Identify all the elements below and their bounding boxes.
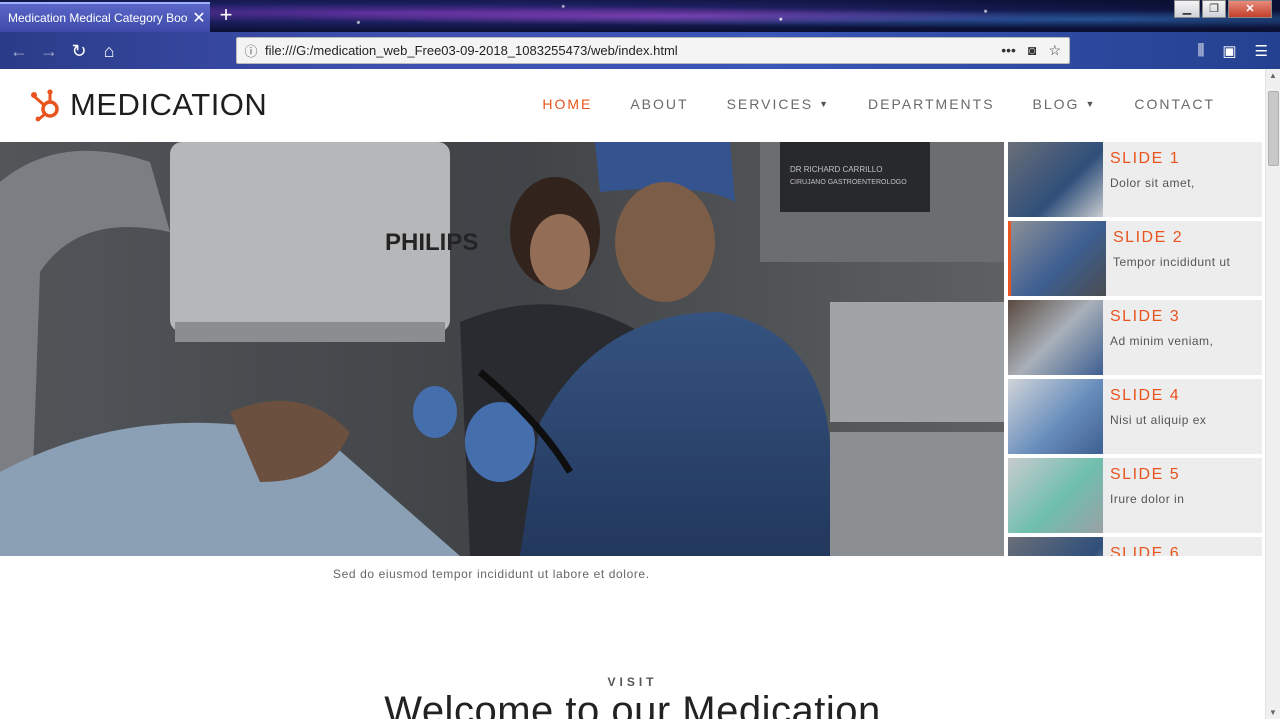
slide-title: SLIDE 2 <box>1113 229 1184 246</box>
slide-thumb-6[interactable]: SLIDE 6 <box>1008 537 1262 556</box>
slide-thumb-image <box>1008 300 1103 375</box>
window-controls: ▁ ❐ ✕ <box>1174 0 1272 18</box>
nav-departments[interactable]: DEPARTMENTS <box>868 96 995 112</box>
nav-blog-label: BLOG <box>1032 96 1080 112</box>
page-scrollbar[interactable]: ▲ ▼ <box>1265 69 1280 719</box>
page-actions-icon[interactable]: ••• <box>1001 42 1016 59</box>
web-page: MEDICATION HOME ABOUT SERVICES ▼ DEPARTME… <box>0 69 1265 719</box>
slide-title: SLIDE 4 <box>1110 387 1181 404</box>
slide-thumb-image <box>1008 458 1103 533</box>
slide-thumbnail-list: SLIDE 1 Dolor sit amet, SLIDE 2 Tempor i… <box>1008 142 1262 556</box>
chevron-down-icon: ▼ <box>819 99 831 109</box>
bookmark-star-icon[interactable]: ☆ <box>1048 42 1061 59</box>
slide-thumb-image <box>1011 221 1106 296</box>
reload-icon[interactable]: ↻ <box>66 38 92 64</box>
minimize-button[interactable]: ▁ <box>1174 0 1200 18</box>
slide-text: Tempor incididunt ut <box>1113 255 1231 269</box>
nav-services[interactable]: SERVICES ▼ <box>727 96 830 112</box>
browser-toolbar: ← → ↻ ⌂ ⓘ file:///G:/medication_web_Free… <box>0 32 1280 69</box>
slide-thumb-3[interactable]: SLIDE 3 Ad minim veniam, <box>1008 300 1262 375</box>
nav-contact[interactable]: CONTACT <box>1134 96 1215 112</box>
site-logo[interactable]: MEDICATION <box>30 87 267 123</box>
slide-title: SLIDE 3 <box>1110 308 1181 325</box>
chevron-down-icon: ▼ <box>1085 99 1097 109</box>
slide-thumb-4[interactable]: SLIDE 4 Nisi ut aliquip ex <box>1008 379 1262 454</box>
slide-title: SLIDE 6 <box>1110 545 1181 556</box>
slide-text: Irure dolor in <box>1110 492 1185 506</box>
section-title: Welcome to our Medication <box>384 689 881 719</box>
hubspot-logo-icon <box>31 89 59 122</box>
nav-services-label: SERVICES <box>726 96 814 112</box>
address-bar[interactable]: ⓘ file:///G:/medication_web_Free03-09-20… <box>236 37 1070 64</box>
slide-thumb-2[interactable]: SLIDE 2 Tempor incididunt ut <box>1008 221 1262 296</box>
nav-about-label: ABOUT <box>630 96 689 112</box>
tab-title: Medication Medical Category Boot <box>8 11 188 25</box>
slide-thumb-image <box>1008 537 1103 556</box>
scrollbar-thumb[interactable] <box>1268 91 1279 166</box>
browser-tab[interactable]: Medication Medical Category Boot ✕ <box>0 2 210 32</box>
site-header: MEDICATION HOME ABOUT SERVICES ▼ DEPARTME… <box>0 69 1265 142</box>
scroll-down-arrow-icon[interactable]: ▼ <box>1269 708 1277 717</box>
sidebar-icon[interactable]: ▣ <box>1222 42 1236 60</box>
slide-thumb-image <box>1008 142 1103 217</box>
nav-about[interactable]: ABOUT <box>630 96 688 112</box>
slide-title: SLIDE 1 <box>1110 150 1181 167</box>
scroll-up-arrow-icon[interactable]: ▲ <box>1269 71 1277 80</box>
back-arrow-icon[interactable]: ← <box>6 38 32 64</box>
info-icon[interactable]: ⓘ <box>237 41 265 60</box>
nav-home[interactable]: HOME <box>542 96 592 112</box>
library-icon[interactable]: ⫼ <box>1197 42 1204 60</box>
slide-thumb-5[interactable]: SLIDE 5 Irure dolor in <box>1008 458 1262 533</box>
nav-home-label: HOME <box>542 96 593 112</box>
slide-thumb-1[interactable]: SLIDE 1 Dolor sit amet, <box>1008 142 1262 217</box>
slide-thumb-image <box>1008 379 1103 454</box>
forward-arrow-icon[interactable]: → <box>36 38 62 64</box>
url-text[interactable]: file:///G:/medication_web_Free03-09-2018… <box>265 43 1001 58</box>
nav-contact-label: CONTACT <box>1134 96 1215 112</box>
close-window-button[interactable]: ✕ <box>1228 0 1272 18</box>
logo-text: MEDICATION <box>70 87 268 122</box>
pocket-icon[interactable]: ◙ <box>1028 42 1036 59</box>
nav-departments-label: DEPARTMENTS <box>868 96 995 112</box>
slide-text: Dolor sit amet, <box>1110 176 1195 190</box>
maximize-button[interactable]: ❐ <box>1202 0 1226 18</box>
slide-text: Ad minim veniam, <box>1110 334 1214 348</box>
new-tab-button[interactable]: + <box>214 3 238 29</box>
browser-titlebar: Medication Medical Category Boot ✕ + ▁ ❐… <box>0 0 1280 32</box>
home-icon[interactable]: ⌂ <box>96 38 122 64</box>
slide-text: Nisi ut aliquip ex <box>1110 413 1207 427</box>
main-nav: HOME ABOUT SERVICES ▼ DEPARTMENTS BLOG ▼ C… <box>542 96 1215 112</box>
section-eyebrow: VISIT <box>607 675 658 689</box>
hero-slide-image: PHILIPS DR RICHARD CARRILLO CIRUJANO GAS… <box>0 142 1004 556</box>
hero-caption: Sed do eiusmod tempor incididunt ut labo… <box>333 567 650 581</box>
nav-blog[interactable]: BLOG ▼ <box>1033 96 1097 112</box>
menu-icon[interactable]: ☰ <box>1255 42 1268 60</box>
slide-title: SLIDE 5 <box>1110 466 1181 483</box>
tab-close-icon[interactable]: ✕ <box>188 8 210 28</box>
